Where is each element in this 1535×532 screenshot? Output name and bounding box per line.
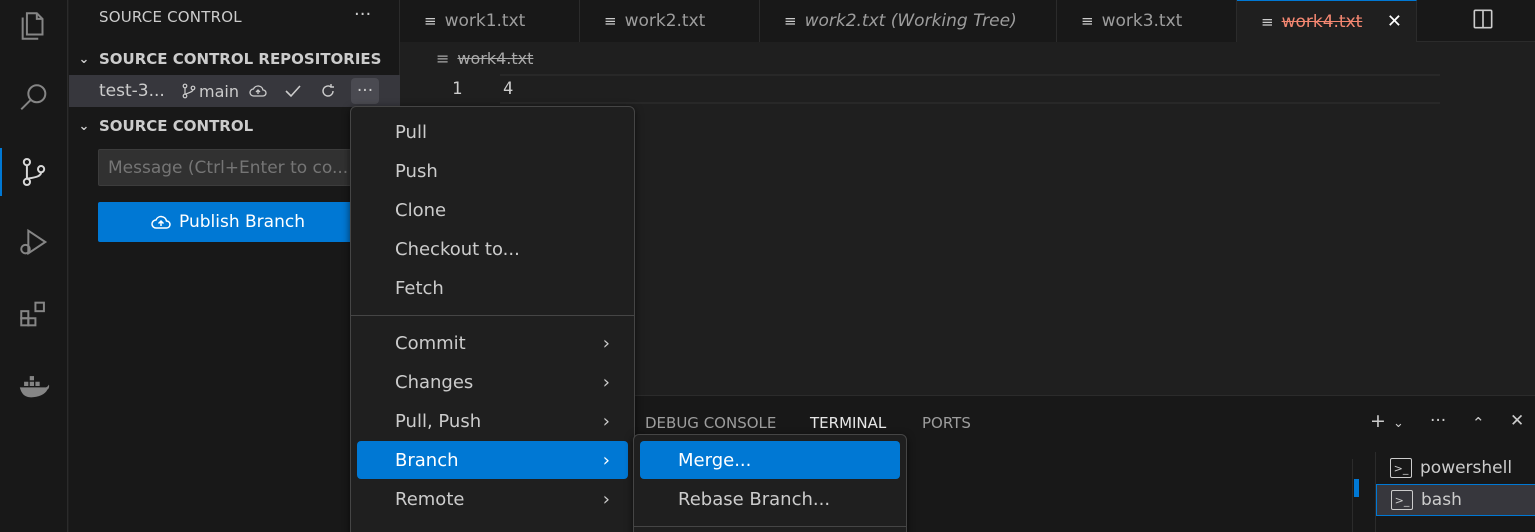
breadcrumb-file: work4.txt — [457, 49, 534, 68]
menu-item-remote[interactable]: Remote › — [357, 480, 628, 518]
section-title: SOURCE CONTROL REPOSITORIES — [99, 50, 382, 68]
branch-submenu: Merge... Rebase Branch... — [633, 434, 907, 532]
terminal-icon: >_ — [1390, 458, 1412, 478]
extensions-icon[interactable] — [14, 294, 54, 334]
text-file-icon: ≡ — [784, 12, 797, 30]
branch-name: main — [199, 81, 239, 101]
chevron-down-icon[interactable]: ⌄ — [1393, 416, 1404, 431]
chevron-right-icon: › — [602, 449, 610, 471]
menu-item-commit[interactable]: Commit › — [357, 324, 628, 362]
tab-work2-working-tree[interactable]: ≡ work2.txt (Working Tree) — [760, 0, 1057, 42]
menu-item-clone[interactable]: Clone — [357, 191, 628, 229]
maximize-panel-icon[interactable]: ⌃ — [1472, 414, 1485, 432]
terminal-icon: >_ — [1391, 490, 1413, 510]
close-icon[interactable]: ✕ — [1387, 11, 1402, 32]
editor-tabs: ≡ work1.txt ≡ work2.txt ≡ work2.txt (Wor… — [400, 0, 1535, 42]
menu-item-push[interactable]: Push — [357, 152, 628, 190]
tab-label: work3.txt — [1101, 11, 1183, 31]
tab-work2[interactable]: ≡ work2.txt — [580, 0, 760, 42]
text-file-icon: ≡ — [424, 12, 437, 30]
chevron-right-icon: › — [602, 332, 610, 354]
new-terminal-icon[interactable]: + — [1370, 410, 1386, 432]
breadcrumb[interactable]: ≡ work4.txt — [436, 49, 533, 68]
text-file-icon: ≡ — [1081, 12, 1094, 30]
commit-check-icon[interactable] — [282, 83, 304, 99]
publish-label: Publish Branch — [179, 212, 305, 232]
tab-work3[interactable]: ≡ work3.txt — [1057, 0, 1237, 42]
run-debug-icon[interactable] — [14, 222, 54, 262]
chevron-down-icon: ⌄ — [78, 51, 90, 67]
menu-separator — [634, 526, 906, 527]
menu-item-pull-push[interactable]: Pull, Push › — [357, 402, 628, 440]
tab-label: work1.txt — [444, 11, 526, 31]
docker-icon[interactable] — [14, 366, 54, 406]
active-indicator — [0, 148, 2, 196]
chevron-right-icon: › — [602, 371, 610, 393]
terminal-scroll-indicator — [1354, 479, 1359, 497]
repo-context-menu: Pull Push Clone Checkout to... Fetch Com… — [350, 106, 635, 532]
chevron-down-icon: ⌄ — [78, 118, 90, 134]
menu-separator — [351, 315, 634, 316]
explorer-icon[interactable] — [14, 6, 54, 46]
publish-cloud-icon[interactable] — [247, 84, 269, 98]
menu-item-branch[interactable]: Branch › — [357, 441, 628, 479]
text-file-icon: ≡ — [604, 12, 617, 30]
tab-label: work2.txt (Working Tree) — [804, 11, 1017, 31]
menu-item-checkout[interactable]: Checkout to... — [357, 230, 628, 268]
repositories-section-header[interactable]: ⌄ SOURCE CONTROL REPOSITORIES — [69, 45, 400, 73]
close-icon[interactable]: ✕ — [1510, 411, 1524, 431]
current-line-highlight — [500, 74, 1440, 104]
tab-debug-console[interactable]: DEBUG CONSOLE — [645, 414, 776, 432]
terminal-scrollbar[interactable] — [1352, 459, 1353, 532]
tab-work1[interactable]: ≡ work1.txt — [400, 0, 580, 42]
submenu-item-rebase[interactable]: Rebase Branch... — [640, 480, 900, 518]
terminal-list: >_ powershell >_ bash — [1375, 452, 1535, 532]
split-editor-icon[interactable] — [1470, 6, 1496, 32]
cloud-upload-icon — [151, 215, 171, 229]
submenu-item-merge[interactable]: Merge... — [640, 441, 900, 479]
tab-label: work2.txt — [624, 11, 706, 31]
tab-ports[interactable]: PORTS — [922, 414, 971, 432]
line-text[interactable]: 4 — [503, 79, 513, 99]
tab-terminal[interactable]: TERMINAL — [810, 414, 886, 432]
repo-more-button[interactable]: ··· — [351, 78, 379, 104]
menu-item-changes[interactable]: Changes › — [357, 363, 628, 401]
menu-item-fetch[interactable]: Fetch — [357, 269, 628, 307]
commit-message-input[interactable] — [98, 149, 358, 186]
terminal-item-bash[interactable]: >_ bash — [1376, 484, 1535, 516]
repo-name: test-3... — [99, 81, 165, 101]
sidebar-title: SOURCE CONTROL — [99, 8, 242, 26]
tab-work4[interactable]: ≡ work4.txt ✕ — [1237, 0, 1417, 42]
source-control-icon[interactable] — [14, 152, 54, 192]
text-file-icon: ≡ — [436, 49, 450, 68]
terminal-label: bash — [1421, 490, 1462, 510]
text-file-icon: ≡ — [1261, 12, 1274, 31]
terminal-label: powershell — [1420, 458, 1513, 478]
chevron-right-icon: › — [602, 410, 610, 432]
section-title: SOURCE CONTROL — [99, 117, 254, 135]
more-actions-icon[interactable]: ··· — [354, 4, 371, 25]
chevron-right-icon: › — [602, 488, 610, 510]
terminal-item-powershell[interactable]: >_ powershell — [1376, 452, 1535, 484]
search-icon[interactable] — [14, 78, 54, 118]
activity-bar — [0, 0, 68, 532]
refresh-icon[interactable] — [317, 82, 339, 100]
publish-branch-button[interactable]: Publish Branch — [98, 202, 358, 242]
more-actions-icon[interactable]: ··· — [1430, 411, 1446, 431]
repository-row[interactable]: test-3... main ··· — [69, 75, 400, 107]
branch-indicator[interactable]: main — [182, 82, 239, 101]
tab-label: work4.txt — [1281, 11, 1363, 32]
menu-item-pull[interactable]: Pull — [357, 113, 628, 151]
line-number: 1 — [452, 79, 463, 99]
branch-icon — [182, 83, 196, 99]
